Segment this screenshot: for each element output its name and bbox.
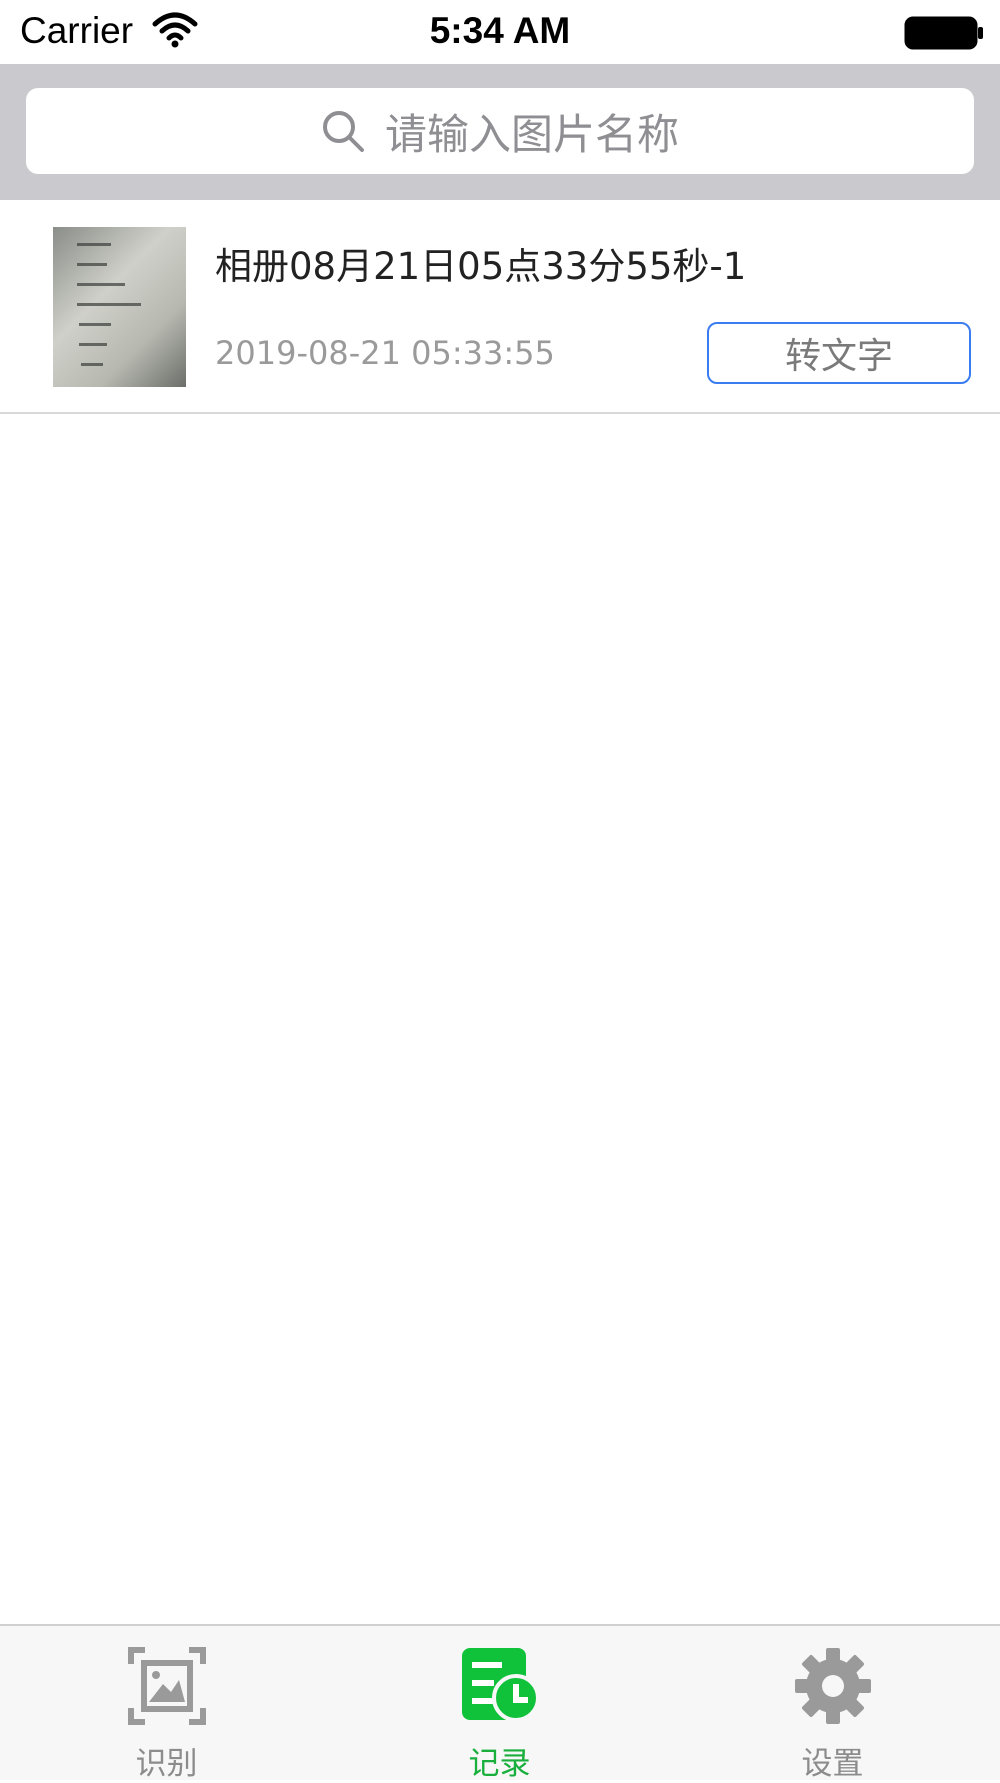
tab-settings[interactable]: 设置: [666, 1626, 999, 1782]
search-placeholder: 请输入图片名称: [384, 109, 679, 159]
record-history-icon: [461, 1648, 540, 1722]
record-list-item[interactable]: 相册08月21日05点33分55秒-1 2019-08-21 05:33:55 …: [0, 200, 1000, 414]
battery-icon: [904, 16, 983, 50]
status-time: 5:34 AM: [429, 10, 571, 51]
tab-bar: 识别 记录 设置: [0, 1624, 1000, 1782]
search-bar: 请输入图片名称: [0, 64, 1000, 200]
record-title: 相册08月21日05点33分55秒-1: [215, 245, 747, 288]
search-icon: [322, 111, 364, 152]
tab-recognize[interactable]: 识别: [0, 1626, 333, 1782]
image-scan-icon: [127, 1647, 206, 1725]
status-bar: Carrier 5:34 AM: [0, 0, 1000, 64]
tab-recognize-label: 识别: [135, 1746, 198, 1782]
record-thumbnail: [53, 227, 186, 387]
tab-settings-label: 设置: [801, 1746, 864, 1782]
tab-records-label: 记录: [468, 1746, 531, 1782]
convert-to-text-button[interactable]: 转文字: [707, 322, 971, 384]
gear-icon: [794, 1648, 871, 1724]
tab-records[interactable]: 记录: [333, 1626, 666, 1782]
search-input[interactable]: 请输入图片名称: [26, 88, 974, 174]
record-date: 2019-08-21 05:33:55: [215, 334, 555, 372]
